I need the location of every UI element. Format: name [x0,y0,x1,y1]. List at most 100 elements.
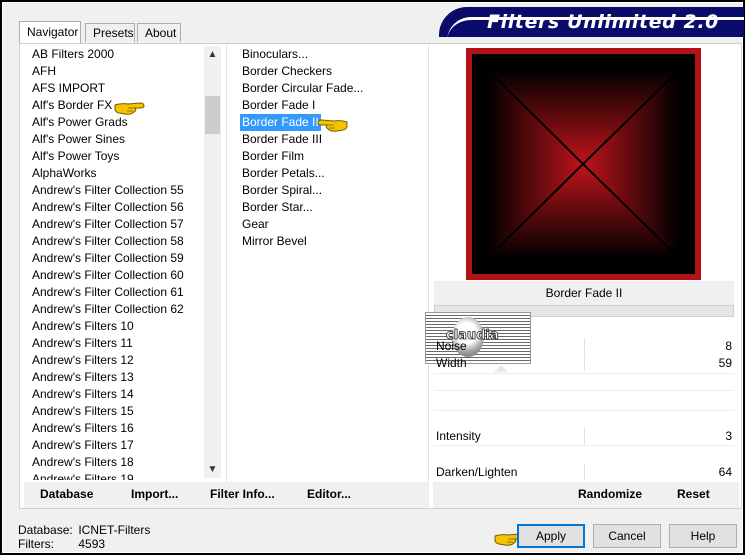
selected-filter-name: Border Fade II [545,286,623,300]
category-item[interactable]: Andrew's Filters 12 [27,352,202,369]
reset-button[interactable]: Reset [677,487,710,501]
editor-button[interactable]: Editor... [307,487,351,501]
filters-unlimited-window: Filters Unlimited 2.0 Navigator Presets … [2,2,744,553]
category-item[interactable]: Alf's Power Grads [27,114,202,131]
scroll-up-arrow-icon[interactable]: ▲ [204,46,221,63]
status-value: 4593 [78,537,106,551]
filter-item-label: Border Checkers [242,64,333,78]
param-toolbar: Randomize Reset [433,482,739,508]
param-row-line [434,445,734,446]
param-separator [584,428,585,444]
category-item[interactable]: Andrew's Filters 18 [27,454,202,471]
filter-item[interactable]: Gear [237,216,427,233]
filter-item[interactable]: Border Circular Fade... [237,80,427,97]
filter-item[interactable]: Binoculars... [237,46,427,63]
filter-item-label: Border Film [242,149,305,163]
filter-item-label: Border Fade III [242,132,323,146]
filter-item[interactable]: Border Checkers [237,63,427,80]
param-separator [584,464,585,480]
category-item[interactable]: Andrew's Filter Collection 58 [27,233,202,250]
category-item[interactable]: Andrew's Filters 16 [27,420,202,437]
filter-info-button[interactable]: Filter Info... [210,487,275,501]
filter-item[interactable]: Border Spiral... [237,182,427,199]
status-label: Filters: [18,537,54,551]
tab-presets[interactable]: Presets [85,23,135,42]
category-item[interactable]: AFH [27,63,202,80]
category-scrollbar[interactable]: ▲ ▼ [204,46,221,478]
filter-item-label: Binoculars... [242,47,309,61]
filter-list[interactable]: Binoculars... Border Checkers Border Circu… [237,46,427,346]
param-noise[interactable]: Noise 8 [434,338,734,355]
category-item[interactable]: Andrew's Filters 15 [27,403,202,420]
filter-item[interactable]: Border Film [237,148,427,165]
import-button[interactable]: Import... [131,487,178,501]
divider [226,44,227,510]
filter-item[interactable]: Mirror Bevel [237,233,427,250]
apply-button[interactable]: Apply [517,524,585,548]
randomize-button[interactable]: Randomize [578,487,642,501]
filter-item[interactable]: Border Petals... [237,165,427,182]
category-item[interactable]: AlphaWorks [27,165,202,182]
param-row-line [434,410,734,411]
scroll-thumb[interactable] [205,96,220,134]
category-item[interactable]: Andrew's Filters 17 [27,437,202,454]
category-item[interactable]: AB Filters 2000 [27,46,202,63]
param-value[interactable]: 3 [725,429,732,443]
category-item[interactable]: AFS IMPORT [27,80,202,97]
param-row-line [434,373,734,374]
category-item[interactable]: Andrew's Filter Collection 55 [27,182,202,199]
category-item[interactable]: Andrew's Filters 19 [27,471,202,480]
filter-item-label: Gear [242,217,269,231]
param-label: Width [436,356,467,370]
param-width[interactable]: Width 59 [434,355,734,372]
pointing-hand-icon [114,102,145,115]
category-item[interactable]: Andrew's Filter Collection 56 [27,199,202,216]
navigator-panel: AB Filters 2000 AFH AFS IMPORT Alf's Border… [19,43,742,510]
param-separator [584,355,585,371]
param-separator [584,338,585,354]
status-area: Database: ICNET-Filters Filters: 4593 [18,523,150,551]
filter-item-label: Border Spiral... [242,183,323,197]
param-label: Noise [436,339,467,353]
help-button[interactable]: Help [669,524,737,548]
param-value[interactable]: 64 [719,465,732,479]
category-item[interactable]: Andrew's Filters 11 [27,335,202,352]
category-item[interactable]: Andrew's Filter Collection 57 [27,216,202,233]
param-row-line [434,390,734,391]
category-item[interactable]: Andrew's Filter Collection 62 [27,301,202,318]
category-item[interactable]: Andrew's Filters 13 [27,369,202,386]
navigator-toolbar: Database Import... Filter Info... Editor… [24,482,429,508]
param-label: Intensity [436,429,481,443]
tab-about[interactable]: About [137,23,181,42]
category-item[interactable]: Andrew's Filters 10 [27,318,202,335]
filter-item-label: Border Petals... [242,166,325,180]
category-item[interactable]: Andrew's Filter Collection 60 [27,267,202,284]
param-darken-lighten[interactable]: Darken/Lighten 64 [434,464,734,481]
param-intensity[interactable]: Intensity 3 [434,428,734,445]
category-item[interactable]: Andrew's Filter Collection 59 [27,250,202,267]
scroll-down-arrow-icon[interactable]: ▼ [204,461,221,478]
category-item[interactable]: Alf's Power Toys [27,148,202,165]
pointing-hand-icon [317,119,348,132]
header-banner: Filters Unlimited 2.0 [439,7,744,37]
filter-item-label: Border Circular Fade... [242,81,364,95]
filter-item[interactable]: Border Fade I [237,97,427,114]
database-button[interactable]: Database [40,487,93,501]
filter-item-label: Border Fade II [240,114,321,131]
cancel-button[interactable]: Cancel [593,524,661,548]
filter-item[interactable]: Border Fade III [237,131,427,148]
tab-navigator[interactable]: Navigator [19,21,81,43]
filter-item-label: Mirror Bevel [242,234,307,248]
divider [428,44,429,510]
filter-item-label: Border Fade I [242,98,316,112]
category-item[interactable]: Andrew's Filter Collection 61 [27,284,202,301]
param-value[interactable]: 8 [725,339,732,353]
status-value: ICNET-Filters [78,523,151,537]
filter-name-bar: Border Fade II [434,281,734,305]
filter-item[interactable]: Border Star... [237,199,427,216]
param-label: Darken/Lighten [436,465,518,479]
category-item[interactable]: Andrew's Filters 14 [27,386,202,403]
status-filters: Filters: 4593 [18,537,150,551]
category-item[interactable]: Alf's Power Sines [27,131,202,148]
param-value[interactable]: 59 [719,356,732,370]
